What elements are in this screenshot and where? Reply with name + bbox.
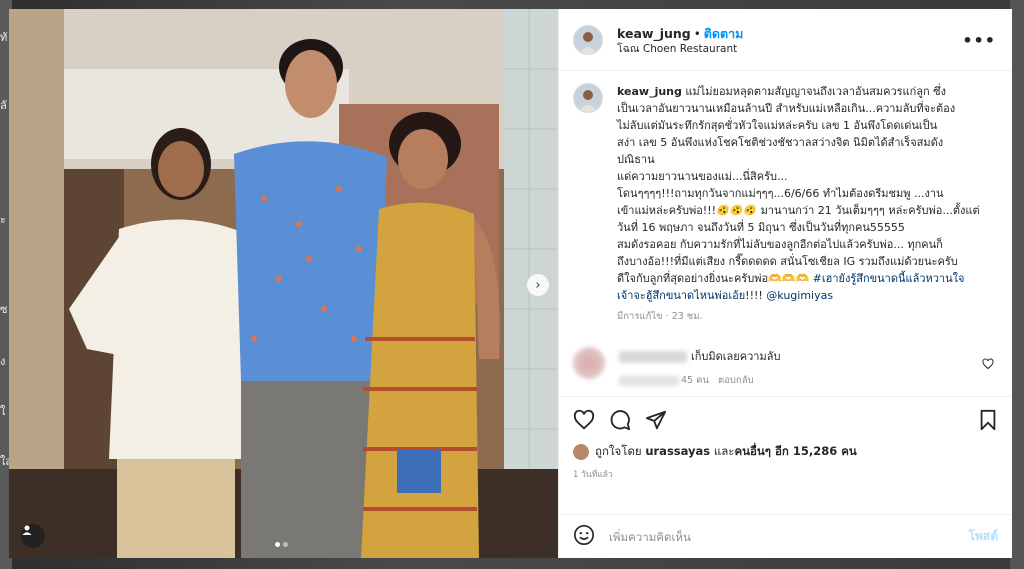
share-button[interactable] [645, 409, 667, 431]
post-header: keaw_jung • ติดตาม โฉณ Choen Restaurant ••… [559, 9, 1012, 71]
bookmark-icon [980, 409, 996, 431]
carousel-dots [275, 542, 288, 547]
follow-button[interactable]: ติดตาม [704, 26, 744, 41]
header-separator: • [693, 26, 701, 41]
heart-icon [982, 358, 994, 370]
backdrop-edge-text: ทั [0, 31, 8, 44]
comments-scroll-area[interactable]: keaw_jung แม่ไม่ยอมหลุดตามสัญญาจนถึงเวลา… [559, 71, 1012, 396]
caption-author-avatar[interactable] [573, 83, 603, 113]
comment-like-button[interactable] [982, 355, 994, 374]
post-comment-button[interactable]: โพสต์ [969, 527, 998, 546]
send-icon [645, 410, 667, 430]
comment-text: เก็บมิดเลยความลับ [691, 350, 781, 363]
comment-button[interactable] [609, 409, 631, 431]
post-time[interactable]: 23 ชม. [672, 311, 703, 322]
caption-line: แด่ความยาวนานของแม่...นี่สิครับ... [617, 170, 788, 183]
comment-time-blurred [619, 375, 679, 386]
action-bar: ถูกใจโดย urassayas และคนอื่นๆ อีก 15,286… [559, 396, 1012, 514]
more-options-icon[interactable]: ••• [962, 31, 996, 50]
posted-ago[interactable]: 1 วันที่แล้ว [573, 467, 998, 481]
backdrop-edge-text: ซ [0, 303, 8, 316]
emoji-icon [574, 524, 594, 545]
liker-username[interactable]: urassayas [645, 444, 710, 458]
avatar-photo [574, 25, 602, 54]
meta-separator: · [665, 311, 669, 322]
caption-line: สมดังรอคอย กับความรักที่ไม่ลับของลูกอีกต… [617, 238, 943, 251]
liker-avatar[interactable] [573, 444, 589, 460]
caption-line: ถึงบางอ้อ!!!ที่มีแต่เสียง กรี๊ดดดดด สนั่… [617, 255, 958, 268]
author-avatar[interactable] [573, 24, 603, 55]
caption-line: ปณิธาน [617, 153, 655, 166]
caption-line: โดนๆๆๆๆ!!!ถามทุกวันจากแม่ๆๆๆ...6/6/66 ทำ… [617, 187, 944, 200]
post-photo[interactable]: › [9, 9, 558, 558]
user-icon [22, 525, 32, 535]
comment-likes[interactable]: 45 คน [681, 375, 709, 386]
emoji-button[interactable] [573, 524, 595, 550]
caption-trail: !!!! [745, 289, 767, 302]
caption-line: สง่า เลข 5 อันพึงแห่งโชคโชติช่วงชัชวาลสว… [617, 136, 944, 149]
caption-line: ดีใจกับลูกที่สุดอย่างยิ่งนะครับพ่อ🫶🫶🫶 [617, 272, 810, 285]
caption-username[interactable]: keaw_jung [617, 85, 682, 98]
likes-prefix: ถูกใจโดย [595, 444, 642, 458]
heart-icon [573, 409, 595, 430]
hashtag-link[interactable]: #เฮายังรู้สึกขนาดนี้แล้วหวานใจ [813, 272, 965, 285]
photo-illustration [9, 9, 558, 558]
post-location[interactable]: โฉณ Choen Restaurant [617, 43, 743, 56]
carousel-dot-active [275, 542, 280, 547]
like-button[interactable] [573, 409, 595, 431]
save-button[interactable] [978, 409, 998, 431]
comment-icon [610, 410, 631, 431]
carousel-dot [283, 542, 288, 547]
author-username[interactable]: keaw_jung [617, 26, 691, 41]
likes-summary: ถูกใจโดย urassayas และคนอื่นๆ อีก 15,286… [573, 443, 998, 461]
backdrop-edge-text: ใ [0, 405, 6, 418]
backdrop-edge-text: ง [0, 355, 6, 368]
likes-middle: และ [713, 444, 735, 458]
backdrop-right-strip [1010, 0, 1024, 569]
next-photo-button[interactable]: › [527, 274, 549, 296]
caption-line: ไม่ลับแต่มันระทึกรักสุดชั่วหัวใจแม่หล่ะค… [617, 119, 938, 132]
add-comment-bar: โพสต์ [559, 514, 1012, 558]
mention-link[interactable]: @kugimiyas [766, 289, 833, 302]
edited-label: มีการแก้ไข [617, 311, 663, 322]
avatar-photo [574, 84, 602, 112]
caption-text: keaw_jung แม่ไม่ยอมหลุดตามสัญญาจนถึงเวลา… [617, 83, 987, 325]
caption-line: เป็นเวลาอันยาวนานเหมือนล้านปี สำหรับแม่เ… [617, 102, 956, 115]
post-modal: › keaw_jung • ติดตาม โฉณ Choen Restauran… [9, 9, 1012, 558]
backdrop-edge-text: ลั [0, 99, 7, 112]
backdrop-edge-text: ะ [0, 213, 6, 226]
tagged-users-button[interactable] [21, 524, 45, 548]
likes-count[interactable]: คนอื่นๆ อีก 15,286 คน [734, 444, 856, 458]
comment-item: เก็บมิดเลยความลับ 45 คน ตอบกลับ [573, 347, 998, 388]
commenter-avatar-blurred[interactable] [573, 347, 605, 379]
caption: keaw_jung แม่ไม่ยอมหลุดตามสัญญาจนถึงเวลา… [573, 83, 998, 325]
commenter-name-blurred[interactable] [619, 351, 687, 363]
post-side-panel: keaw_jung • ติดตาม โฉณ Choen Restaurant ••… [558, 9, 1012, 558]
caption-meta: มีการแก้ไข · 23 ชม. [617, 308, 987, 325]
hashtag-link[interactable]: เจ้าจะฮู้สึกขนาดไหนพ่อเอ้ย [617, 289, 745, 302]
add-comment-input[interactable] [607, 528, 969, 545]
caption-line: เข้าแม่หล่ะครับพ่อ!!!🫨🫨🫨 มานานกว่า 21 วั… [617, 204, 980, 217]
reply-button[interactable]: ตอบกลับ [718, 375, 754, 386]
caption-line: วันที่ 16 พฤษภา จนถึงวันที่ 5 มิถุนา ซึ่… [617, 221, 905, 234]
caption-line: แม่ไม่ยอมหลุดตามสัญญาจนถึงเวลาอันสมควรแก… [685, 85, 947, 98]
